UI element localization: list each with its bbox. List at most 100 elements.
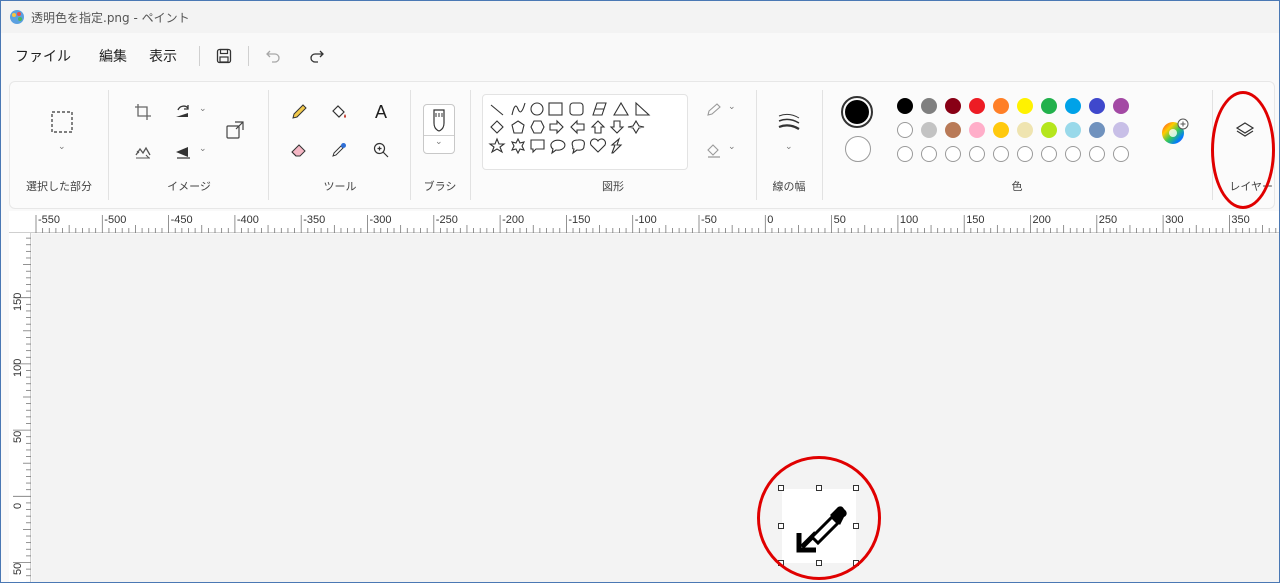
outline-icon (707, 103, 721, 116)
custom-color-slot[interactable] (1017, 146, 1033, 162)
custom-color-slot[interactable] (945, 146, 961, 162)
color-swatch-purple[interactable] (1113, 98, 1129, 114)
ruler-tick-label: 100 (12, 359, 24, 377)
color-swatch-gold[interactable] (993, 122, 1009, 138)
vertical-ruler-marks: 150 100 50 0 50 (12, 237, 31, 582)
color-swatch-yellow[interactable] (1017, 98, 1033, 114)
down-arrow-shape-icon[interactable] (609, 120, 625, 134)
left-arrow-shape-icon[interactable] (570, 119, 585, 135)
rectangle-shape-icon[interactable] (548, 102, 563, 116)
right-arrow-shape-icon[interactable] (549, 119, 564, 135)
five-point-star-shape-icon[interactable] (488, 137, 506, 154)
color-swatch-light-yellow[interactable] (1017, 122, 1033, 138)
ruler-tick-label: -150 (568, 214, 590, 226)
custom-color-slot[interactable] (993, 146, 1009, 162)
paint-app-icon (10, 10, 24, 24)
colors-group: 色 (823, 82, 1211, 208)
custom-color-slot[interactable] (897, 146, 913, 162)
shape-fill-icon (707, 144, 720, 158)
menu-edit[interactable]: 編集 (99, 46, 127, 66)
color-swatch-light-gray[interactable] (921, 122, 937, 138)
line-shape-icon[interactable] (490, 104, 504, 116)
color-swatch-turquoise[interactable] (1065, 98, 1081, 114)
four-point-star-shape-icon[interactable] (627, 119, 645, 135)
primary-color-swatch (845, 100, 869, 124)
color-swatch-light-turquoise[interactable] (1065, 122, 1081, 138)
ruler-tick-label: -50 (701, 214, 717, 226)
secondary-color-button[interactable] (845, 136, 871, 162)
color-swatch-red[interactable] (969, 98, 985, 114)
ruler-tick-label: 250 (1099, 214, 1117, 226)
color-wheel-icon (1162, 118, 1189, 144)
primary-color-button[interactable] (841, 96, 873, 128)
rounded-rectangle-shape-icon[interactable] (569, 102, 584, 116)
oval-shape-icon[interactable] (530, 102, 544, 116)
shape-fill-button[interactable] (700, 136, 728, 164)
polygon-shape-icon[interactable] (592, 102, 607, 116)
ruler-corner (9, 211, 31, 233)
menu-separator (248, 46, 249, 66)
color-swatch-brown[interactable] (945, 122, 961, 138)
ruler-tick-label: 300 (1165, 214, 1183, 226)
pentagon-shape-icon[interactable] (511, 120, 525, 134)
ruler-tick-label: -100 (635, 214, 657, 226)
diamond-shape-icon[interactable] (490, 120, 504, 134)
color-swatch-blue-gray[interactable] (1089, 122, 1105, 138)
cloud-callout-shape-icon[interactable] (571, 139, 585, 155)
ruler-tick-label: 0 (12, 503, 24, 509)
menu-file[interactable]: ファイル (15, 46, 71, 66)
custom-color-slot[interactable] (969, 146, 985, 162)
right-triangle-shape-icon[interactable] (635, 101, 651, 116)
menu-bar: ファイル 編集 表示 (1, 37, 1279, 75)
custom-color-slot[interactable] (1041, 146, 1057, 162)
six-point-star-shape-icon[interactable] (510, 137, 526, 155)
custom-color-slot[interactable] (1065, 146, 1081, 162)
color-swatch-green[interactable] (1041, 98, 1057, 114)
color-swatch-lime[interactable] (1041, 122, 1057, 138)
ruler-tick-label: -200 (502, 214, 524, 226)
up-arrow-shape-icon[interactable] (590, 120, 606, 134)
edit-colors-button[interactable] (1161, 118, 1189, 144)
ruler-tick-label: -450 (171, 214, 193, 226)
custom-color-slot[interactable] (1113, 146, 1129, 162)
rectangular-callout-shape-icon[interactable] (530, 139, 545, 154)
ruler-tick-label: -250 (436, 214, 458, 226)
color-swatch-lavender[interactable] (1113, 122, 1129, 138)
chevron-down-icon[interactable]: ⌄ (728, 102, 736, 112)
shape-outline-button[interactable] (700, 96, 728, 124)
save-button[interactable] (210, 42, 238, 70)
color-swatch-indigo[interactable] (1089, 98, 1105, 114)
shapes-gallery (482, 94, 688, 170)
chevron-down-icon[interactable]: ⌄ (728, 142, 736, 152)
heart-shape-icon[interactable] (589, 138, 607, 153)
canvas-workspace[interactable] (32, 234, 1279, 582)
lightning-shape-icon[interactable] (610, 137, 623, 154)
color-swatch-dark-red[interactable] (945, 98, 961, 114)
custom-color-slot[interactable] (921, 146, 937, 162)
color-swatch-black[interactable] (897, 98, 913, 114)
chevron-down-icon[interactable]: ⌄ (785, 142, 793, 152)
color-swatch-gray[interactable] (921, 98, 937, 114)
custom-color-slot[interactable] (1089, 146, 1105, 162)
ruler-tick-label: 100 (900, 214, 918, 226)
horizontal-ruler-marks: -550 -500 -450 -400 -350 -300 -250 -200 -150 -100… (35, 214, 1277, 233)
ruler-tick-label: -400 (237, 214, 259, 226)
paint-window: 透明色を指定.png - ペイント ファイル 編集 表示 ⌄ 選択した部分 ⌄ … (0, 0, 1280, 583)
oval-callout-shape-icon[interactable] (550, 139, 566, 155)
redo-button[interactable] (303, 42, 331, 70)
triangle-shape-icon[interactable] (613, 101, 629, 116)
curve-shape-icon[interactable] (511, 102, 526, 116)
color-swatch-white[interactable] (897, 122, 913, 138)
hexagon-shape-icon[interactable] (530, 120, 545, 134)
color-swatch-orange[interactable] (993, 98, 1009, 114)
ruler-tick-label: 200 (1033, 214, 1051, 226)
line-width-button[interactable] (775, 108, 803, 136)
ruler-tick-label: -300 (370, 214, 392, 226)
menu-view[interactable]: 表示 (149, 46, 177, 66)
ruler-tick-label: -350 (303, 214, 325, 226)
line-width-group-label: 線の幅 (772, 180, 806, 193)
color-swatch-rose[interactable] (969, 122, 985, 138)
undo-button[interactable] (259, 42, 287, 70)
title-bar: 透明色を指定.png - ペイント (1, 1, 1279, 33)
undo-icon (266, 50, 280, 63)
